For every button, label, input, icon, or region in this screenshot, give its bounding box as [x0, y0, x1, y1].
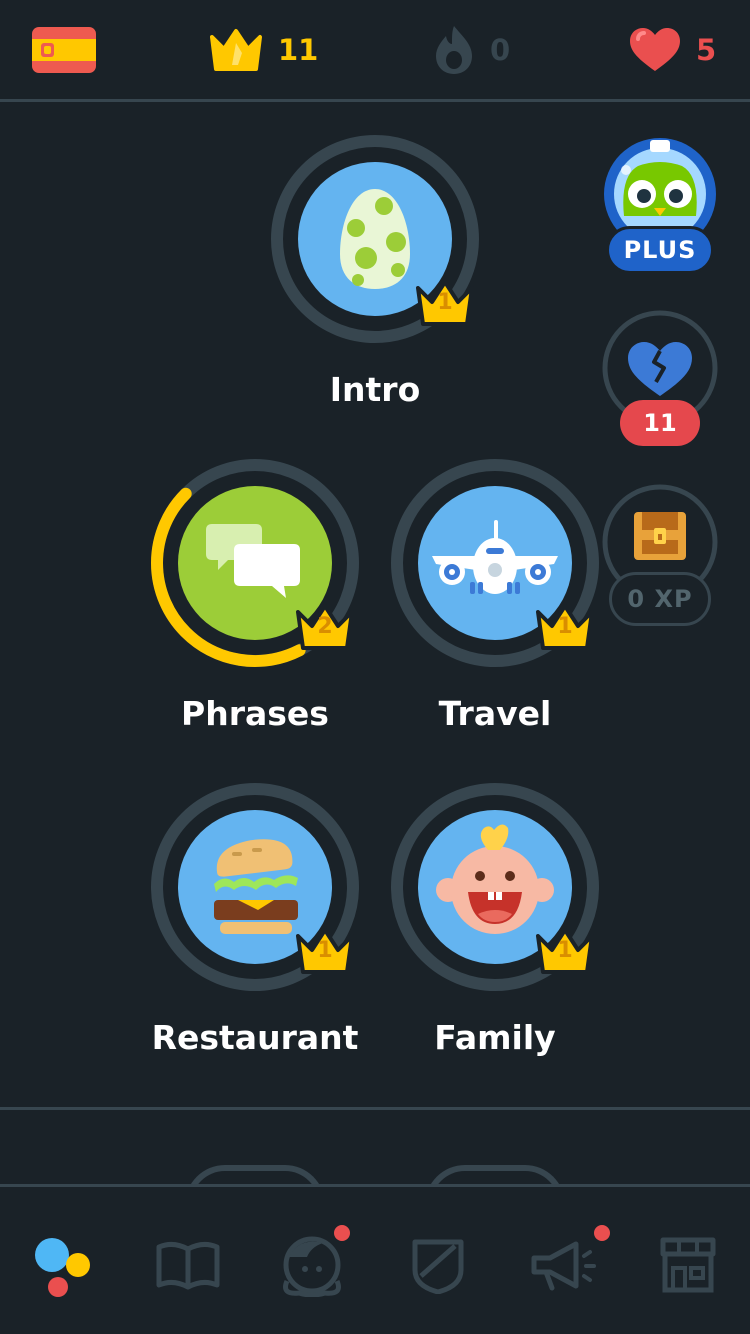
plus-label[interactable]: PLUS: [606, 226, 714, 274]
skill-label-intro: Intro: [329, 370, 421, 409]
crown-level: 2: [317, 614, 333, 639]
heal-count: 11: [620, 400, 700, 446]
learn-icon: [35, 1238, 90, 1297]
streak-counter[interactable]: 0: [432, 22, 510, 78]
section-divider: [0, 1107, 750, 1110]
crown-level-badge: 1: [534, 602, 596, 652]
course-flag-button[interactable]: [32, 22, 96, 78]
crown-level-badge: 1: [294, 926, 356, 976]
megaphone-icon: [531, 1241, 596, 1291]
nav-news[interactable]: [526, 1225, 610, 1305]
profile-icon: [283, 1236, 341, 1297]
skill-restaurant[interactable]: 1: [150, 782, 360, 992]
crown-level: 1: [557, 938, 573, 963]
bottom-nav: [0, 1184, 750, 1334]
skill-family[interactable]: 1: [390, 782, 600, 992]
skill-phrases[interactable]: 2: [150, 458, 360, 668]
crown-icon: [210, 29, 262, 71]
crown-level: 1: [317, 938, 333, 963]
shield-icon: [412, 1239, 464, 1294]
nav-profile[interactable]: [272, 1225, 352, 1305]
skill-label-restaurant: Restaurant: [151, 1018, 359, 1057]
spain-flag-icon: [32, 27, 96, 73]
skill-travel[interactable]: 1: [390, 458, 600, 668]
skill-label-travel: Travel: [438, 694, 552, 733]
skill-label-phrases: Phrases: [181, 694, 329, 733]
crown-level-badge: 1: [534, 926, 596, 976]
stories-icon: [156, 1241, 220, 1290]
nav-shop[interactable]: [648, 1225, 728, 1305]
nav-stories[interactable]: [148, 1225, 228, 1305]
skill-intro[interactable]: 1: [270, 134, 480, 344]
hearts-counter[interactable]: 5: [628, 22, 716, 78]
xp-label: 0 XP: [609, 572, 711, 626]
crowns-counter[interactable]: 11: [208, 22, 318, 78]
crowns-count: 11: [278, 33, 319, 67]
crown-level-badge: 2: [294, 602, 356, 652]
hearts-count: 5: [696, 33, 717, 67]
streak-count: 0: [490, 33, 511, 67]
flame-icon: [436, 26, 472, 74]
nav-leagues[interactable]: [398, 1225, 478, 1305]
crown-level: 1: [557, 614, 573, 639]
notification-dot: [594, 1225, 610, 1241]
crown-level-badge: 1: [414, 278, 476, 328]
nav-learn[interactable]: [24, 1225, 104, 1305]
heart-icon: [630, 28, 680, 71]
crown-level: 1: [437, 290, 453, 315]
notification-dot: [334, 1225, 350, 1241]
skill-label-family: Family: [434, 1018, 556, 1057]
shop-icon: [660, 1237, 716, 1293]
top-bar: 11 0 5: [0, 0, 750, 102]
